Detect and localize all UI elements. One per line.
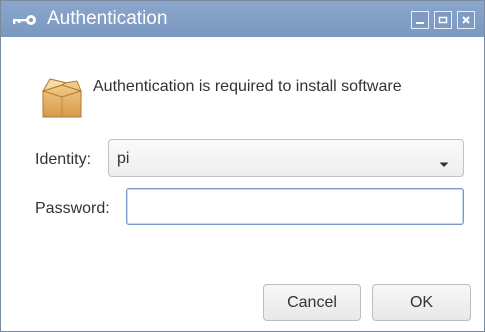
window-title: Authentication — [47, 8, 168, 29]
minimize-icon — [416, 22, 424, 24]
minimize-button[interactable] — [411, 11, 429, 29]
chevron-down-icon — [438, 156, 450, 174]
auth-message: Authentication is required to install so… — [93, 78, 402, 95]
package-box-icon — [37, 73, 87, 123]
key-icon — [10, 13, 40, 25]
cancel-button[interactable]: Cancel — [263, 284, 361, 321]
close-icon — [462, 16, 470, 24]
identity-label: Identity: — [35, 151, 92, 168]
password-label: Password: — [35, 200, 110, 217]
ok-button[interactable]: OK — [372, 284, 471, 321]
title-bar[interactable]: Authentication — [1, 1, 484, 37]
identity-dropdown[interactable]: pi — [108, 139, 464, 177]
close-button[interactable] — [457, 11, 475, 29]
authentication-window: Authentication Authentication is require… — [0, 0, 485, 332]
maximize-icon — [438, 16, 448, 24]
password-input[interactable] — [126, 188, 464, 225]
maximize-button[interactable] — [434, 11, 452, 29]
identity-selected-value: pi — [117, 150, 130, 167]
